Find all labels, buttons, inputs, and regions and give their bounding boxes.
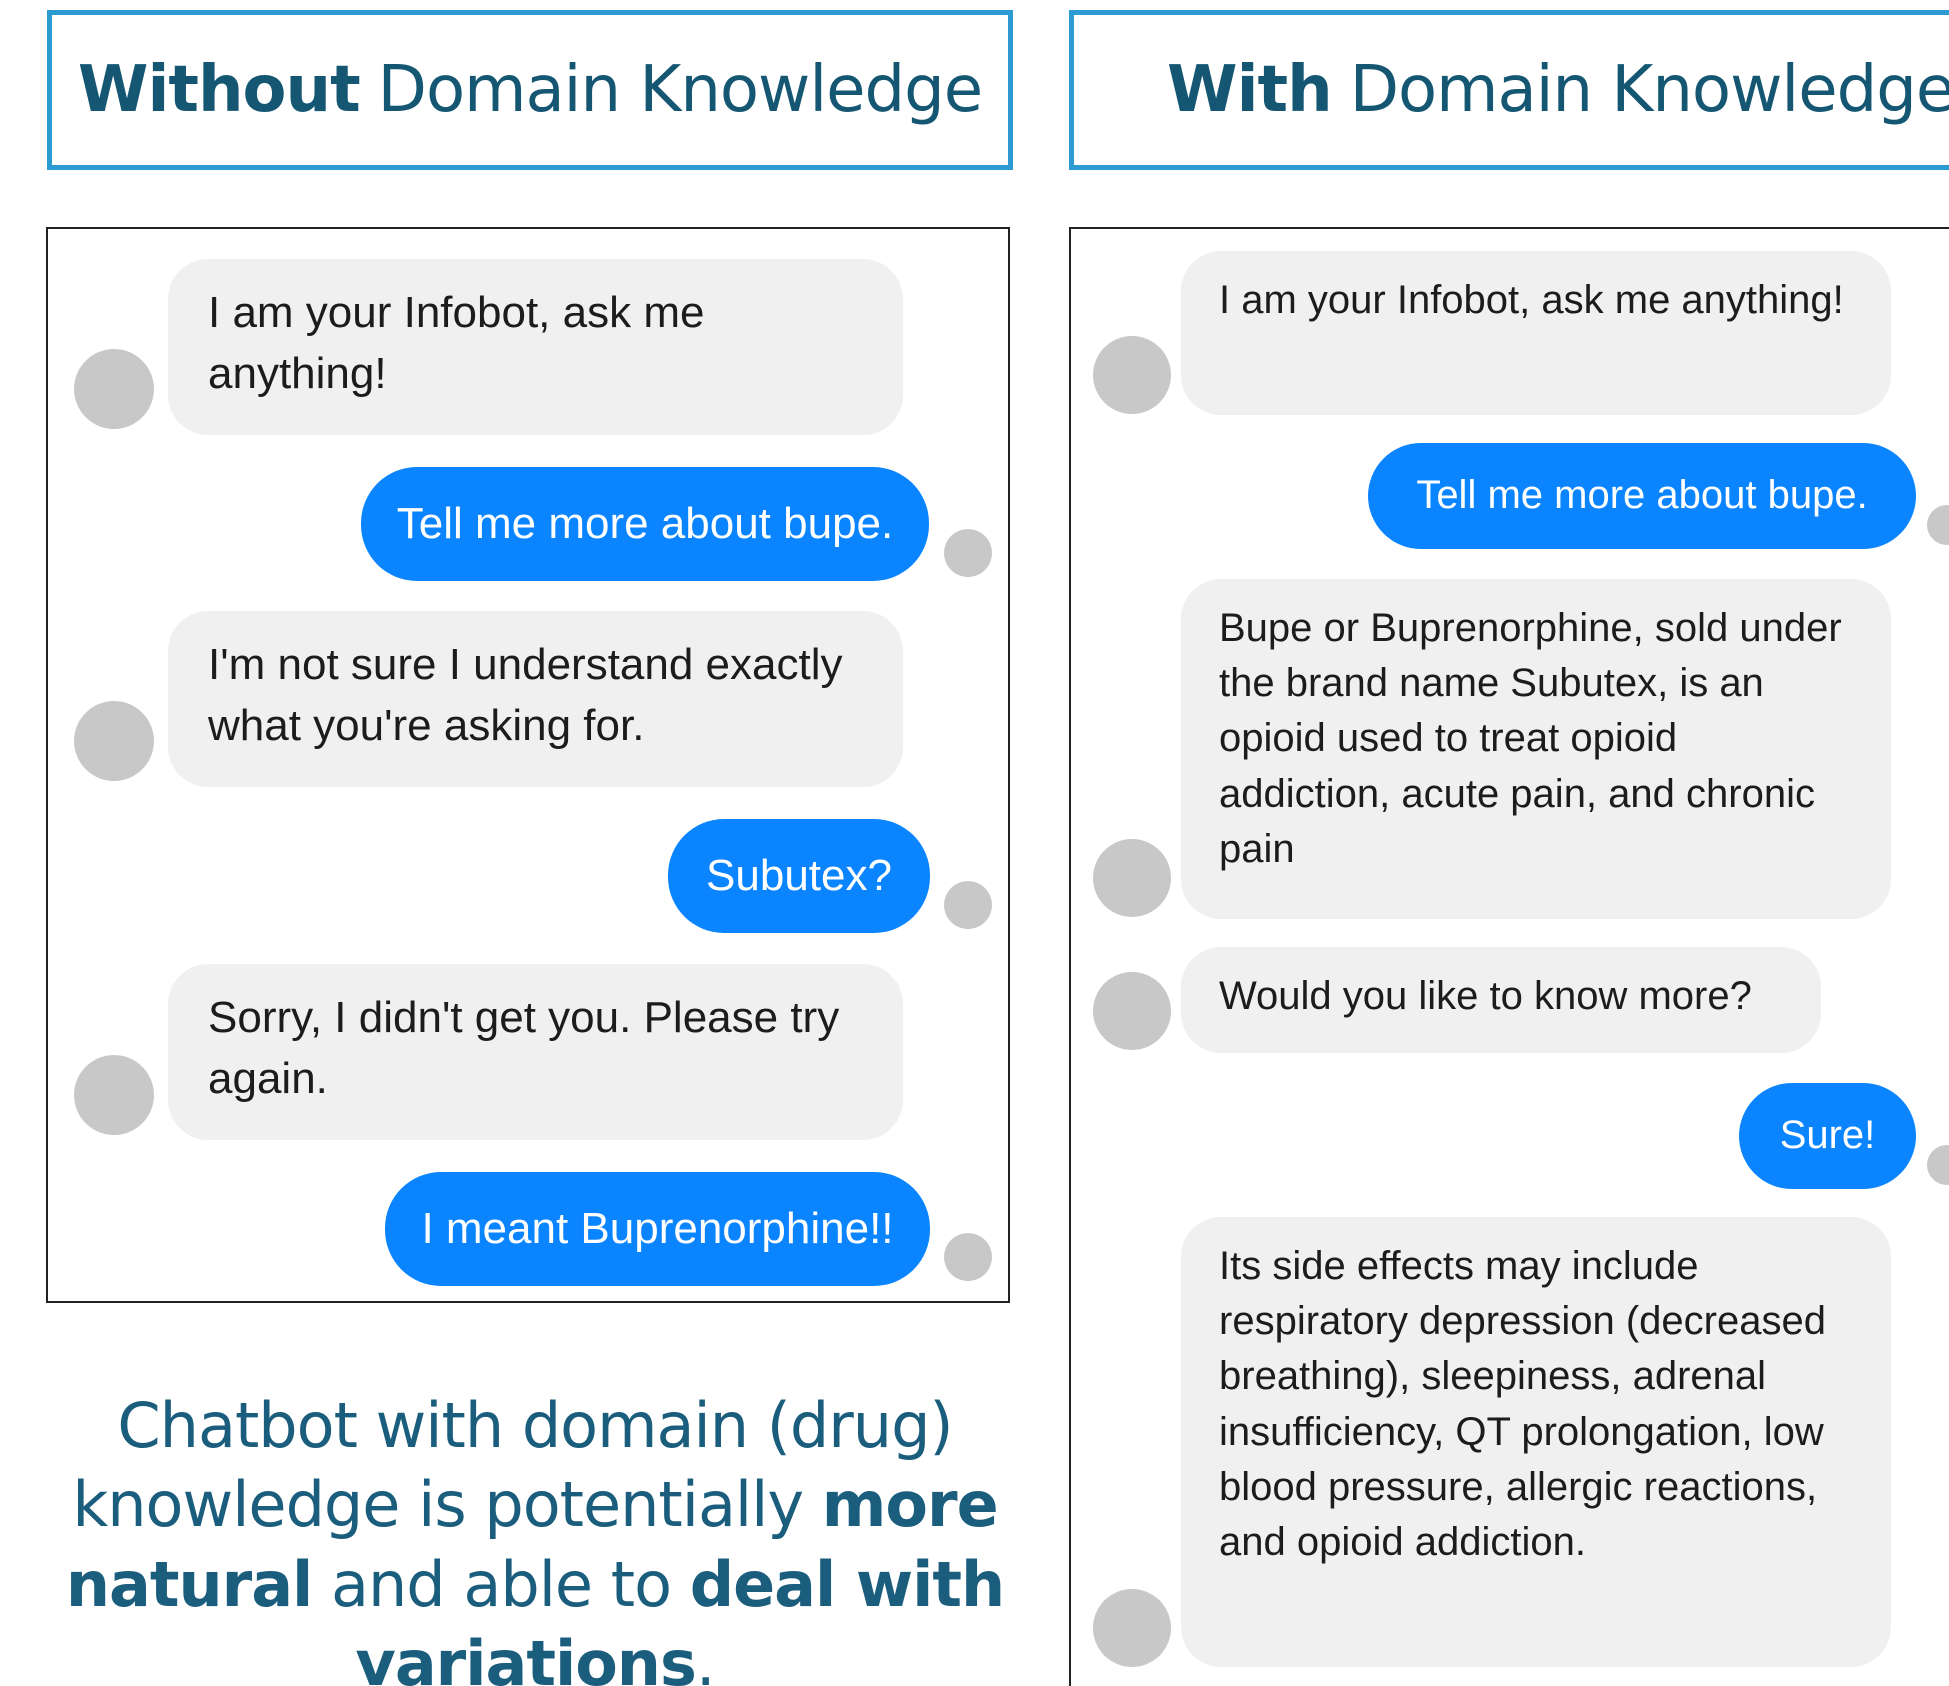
bot-avatar — [1093, 839, 1171, 917]
bot-message: Would you like to know more? — [1181, 947, 1821, 1053]
bot-avatar — [1093, 336, 1171, 414]
bot-avatar — [74, 1055, 154, 1135]
header-without-domain-knowledge: Without Domain Knowledge — [47, 10, 1013, 170]
user-avatar — [1927, 1145, 1949, 1185]
header-with-domain-knowledge: With Domain Knowledge — [1069, 10, 1949, 170]
user-avatar — [944, 1233, 992, 1281]
bot-avatar — [74, 701, 154, 781]
bot-message: I am your Infobot, ask me anything! — [168, 259, 903, 435]
bot-avatar — [1093, 1589, 1171, 1667]
bot-message: Bupe or Buprenorphine, sold under the br… — [1181, 579, 1891, 919]
chat-panel-with-knowledge: I am your Infobot, ask me anything! Tell… — [1069, 227, 1949, 1686]
user-message: Tell me more about bupe. — [1368, 443, 1916, 549]
user-message: I meant Buprenorphine!! — [385, 1172, 930, 1286]
user-avatar — [1927, 505, 1949, 545]
header-right-strong: With — [1167, 53, 1333, 127]
caption-part3: . — [695, 1627, 716, 1686]
bot-message: I am your Infobot, ask me anything! — [1181, 251, 1891, 415]
header-left-normal: Domain Knowledge — [377, 53, 983, 127]
user-message: Subutex? — [668, 819, 930, 933]
bot-message: Sorry, I didn't get you. Please try agai… — [168, 964, 903, 1140]
chat-panel-without-knowledge: I am your Infobot, ask me anything! Tell… — [46, 227, 1010, 1303]
user-message: Tell me more about bupe. — [361, 467, 929, 581]
bot-message: Its side effects may include respiratory… — [1181, 1217, 1891, 1667]
user-message: Sure! — [1739, 1083, 1916, 1189]
header-right-normal: Domain Knowledge — [1349, 53, 1949, 127]
header-left-strong: Without — [77, 53, 361, 127]
bot-avatar — [74, 349, 154, 429]
bot-avatar — [1093, 972, 1171, 1050]
comparison-figure: Without Domain Knowledge With Domain Kno… — [0, 0, 1949, 1686]
caption-part2: and able to — [312, 1547, 690, 1621]
caption-part1: Chatbot with domain (drug) knowledge is … — [72, 1389, 953, 1542]
caption: Chatbot with domain (drug) knowledge is … — [60, 1386, 1010, 1686]
user-avatar — [944, 529, 992, 577]
bot-message: I'm not sure I understand exactly what y… — [168, 611, 903, 787]
user-avatar — [944, 881, 992, 929]
